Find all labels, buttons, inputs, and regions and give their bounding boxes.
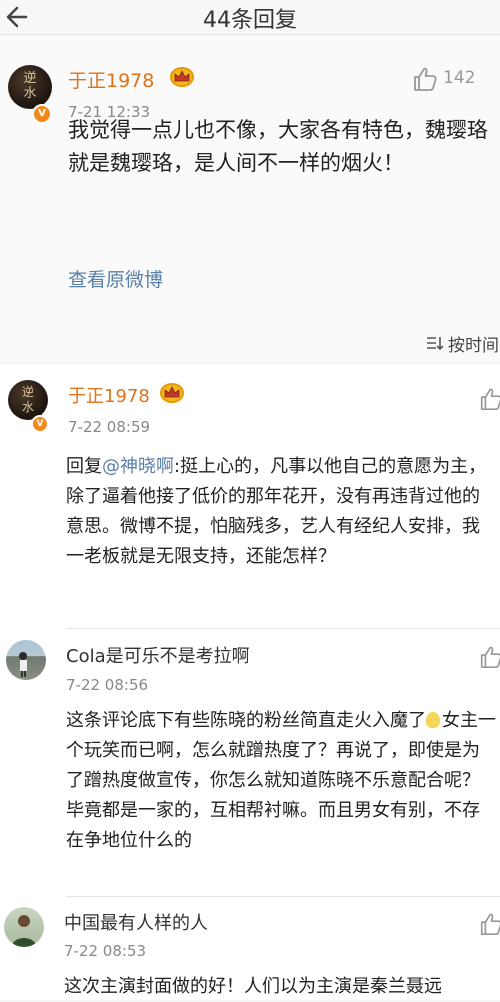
main-post-card: 逆水 V 于正1978 7-21 12:33 142 我觉得一点儿也不像，大家各…	[0, 35, 500, 362]
emoji-icon	[426, 712, 440, 728]
comment-time: 7-22 08:56	[66, 676, 149, 694]
avatar-photo	[19, 652, 27, 677]
comment-text: 这次主演封面做的好！人们以为主演是秦兰聂远	[64, 976, 442, 997]
page-title: 44条回复	[203, 8, 297, 33]
comment-divider	[66, 628, 500, 629]
sort-icon	[427, 337, 444, 351]
thumbs-up-icon[interactable]	[478, 644, 500, 670]
comment-author[interactable]: 中国最有人样的人	[64, 909, 208, 935]
avatar[interactable]	[6, 640, 46, 680]
comment-list: 逆水 V 于正1978 7-22 08:59 回复@神晓啊:挺上心的，凡事以他自…	[0, 364, 500, 1000]
verified-v-icon: V	[32, 104, 52, 124]
comment-body-part1: 这条评论底下有些陈晓的粉丝简直走火入魔了	[66, 710, 426, 731]
main-post-text: 我觉得一点儿也不像，大家各有特色，魏璎珞就是魏璎珞，是人间不一样的烟火！	[68, 118, 488, 175]
comment-text: 回复@神晓啊:挺上心的，凡事以他自己的意愿为主，除了逼着他接了低价的那年花开，没…	[66, 452, 496, 572]
avatar[interactable]	[4, 907, 44, 947]
mention-link[interactable]: @神晓啊	[102, 456, 174, 477]
comment-time: 7-22 08:53	[64, 942, 147, 960]
reply-prefix: 回复	[66, 456, 102, 477]
avatar-calligraphy: 逆水	[21, 385, 34, 414]
main-post-author[interactable]: 于正1978	[68, 66, 154, 93]
crown-badge-icon	[170, 67, 194, 87]
comment-author[interactable]: Cola是可乐不是考拉啊	[66, 642, 250, 668]
avatar[interactable]: 逆水	[8, 65, 52, 109]
avatar-photo	[12, 915, 36, 947]
thumbs-up-icon[interactable]	[411, 65, 439, 93]
avatar-calligraphy: 逆水	[23, 71, 37, 101]
comment-body-part2: 女主一个玩笑而已啊，怎么就蹭热度了？再说了，即使是为了蹭热度做宣传，你怎么就知道…	[66, 710, 496, 851]
comment-text: 这条评论底下有些陈晓的粉丝简直走火入魔了 女主一个玩笑而已啊，怎么就蹭热度了？再说…	[66, 706, 496, 856]
main-post-like-count: 142	[443, 68, 476, 88]
sort-label: 按时间	[448, 336, 499, 356]
verified-v-icon: V	[31, 415, 49, 433]
comment-time: 7-22 08:59	[68, 418, 151, 436]
comment-author[interactable]: 于正1978	[68, 382, 150, 408]
comment-divider	[66, 896, 500, 897]
thumbs-up-icon[interactable]	[478, 386, 500, 412]
thumbs-up-icon[interactable]	[478, 911, 500, 937]
top-bar: 44条回复	[0, 0, 500, 35]
crown-badge-icon	[160, 383, 184, 403]
view-original-link[interactable]: 查看原微博	[68, 265, 163, 292]
avatar[interactable]: 逆水	[8, 380, 48, 420]
